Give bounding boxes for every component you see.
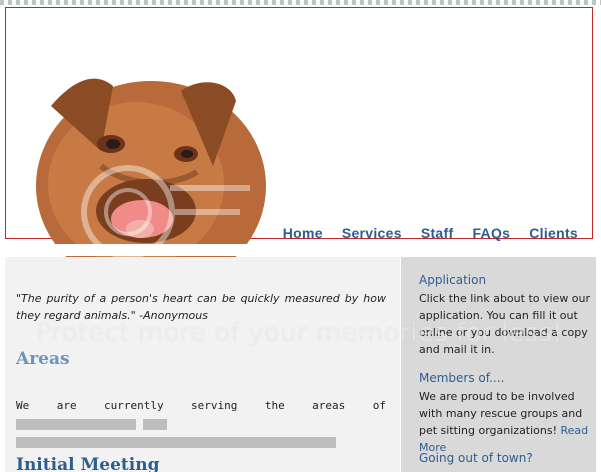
dog-illustration: [36, 78, 266, 266]
application-text: Click the link about to view our applica…: [419, 292, 591, 356]
nav-clients-link[interactable]: Clients: [529, 225, 578, 241]
nav-staff-link[interactable]: Staff: [421, 225, 454, 241]
top-decorative-border: [0, 0, 601, 5]
header-content-spacer: [0, 244, 601, 256]
members-description: We are proud to be involved with many re…: [419, 390, 583, 437]
areas-intro-text: We are currently serving the areas of: [16, 399, 386, 412]
redacted-area-block-3: [16, 436, 336, 448]
nav-faqs-link[interactable]: FAQs: [472, 225, 510, 241]
nav-services-link[interactable]: Services: [342, 225, 402, 241]
application-link[interactable]: Application: [419, 273, 486, 287]
members-text: We are proud to be involved with many re…: [419, 388, 591, 456]
nav-home-link[interactable]: Home: [283, 225, 323, 241]
main-navigation: Home Services Staff FAQs Clients: [283, 225, 578, 241]
members-link[interactable]: Members of....: [419, 371, 504, 385]
animal-quote: "The purity of a person's heart can be q…: [16, 292, 386, 322]
areas-text: We are currently serving the areas of: [16, 397, 386, 451]
main-content: "The purity of a person's heart can be q…: [5, 257, 400, 472]
redacted-area-block-1: [16, 418, 136, 430]
site-header: Home Services Staff FAQs Clients: [5, 7, 593, 266]
going-out-of-town-link[interactable]: Going out of town?: [419, 451, 533, 465]
sidebar: Application Click the link about to view…: [401, 257, 596, 472]
areas-heading: Areas: [16, 349, 70, 369]
redacted-area-block-2: [142, 418, 167, 430]
initial-meeting-heading: Initial Meeting: [16, 455, 160, 472]
